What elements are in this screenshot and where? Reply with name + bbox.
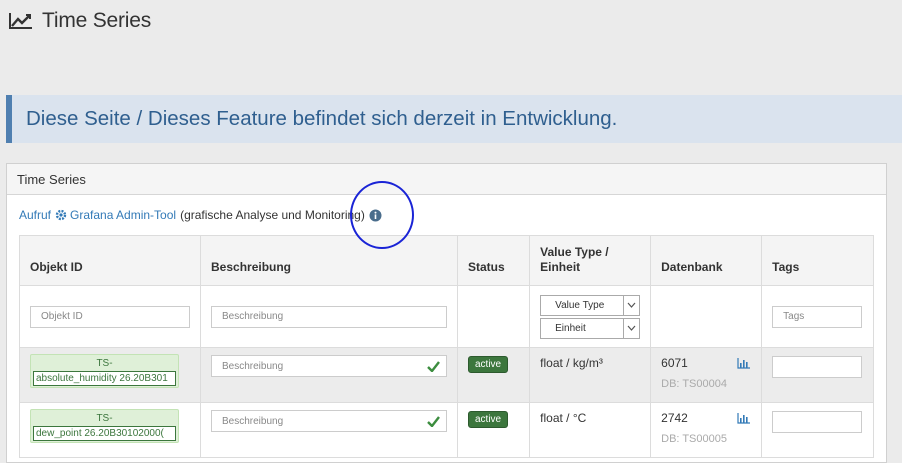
value-type-select-label: Value Type [555,299,605,311]
table-row: TS- absolute_humidity 26.20B301 Beschrei… [19,347,874,403]
value-type-text: float / kg/m³ [540,356,603,370]
chevron-down-icon [623,295,639,315]
db-name: DB: TS00005 [661,433,727,445]
status-badge: active [468,356,509,373]
value-type-select[interactable]: Value Type [540,294,641,316]
time-series-panel: Time Series Aufruf Grafana Admin-Tool (g… [6,163,887,463]
db-count: 6071 [661,356,688,370]
development-notice-text: Diese Seite / Dieses Feature befindet si… [26,107,618,130]
chevron-down-icon [623,318,639,338]
object-id-prefix: TS- [96,358,113,369]
checkmark-icon [427,360,440,372]
table-header-row: Objekt ID Beschreibung Status Value Type… [19,235,874,286]
tags-input[interactable] [772,411,863,433]
line-chart-icon [9,13,32,29]
status-filter-cell [456,285,531,348]
column-header-database[interactable]: Datenbank [650,235,763,286]
development-notice-banner: Diese Seite / Dieses Feature befindet si… [6,95,902,143]
page-header: Time Series [8,6,151,36]
bar-chart-icon[interactable] [737,412,751,424]
grafana-admin-tool-link[interactable]: Grafana Admin-Tool [70,208,176,222]
panel-heading: Time Series [7,164,886,195]
bar-chart-icon[interactable] [737,357,751,369]
description-placeholder: Beschreibung [222,415,284,427]
column-header-value-type[interactable]: Value Type / Einheit [529,235,652,286]
object-id-badge: TS- absolute_humidity 26.20B301 [30,354,179,388]
grafana-link-description: (grafische Analyse und Monitoring) [180,208,365,222]
tags-filter-input[interactable]: Tags [772,305,863,328]
column-header-value-type-line1: Value Type / [540,245,609,259]
grafana-link-line: Aufruf Grafana Admin-Tool (grafische Ana… [19,208,382,222]
unit-select-label: Einheit [555,322,586,334]
column-header-status[interactable]: Status [456,235,531,286]
aufruf-link[interactable]: Aufruf [19,208,51,222]
object-id-filter-input[interactable]: Objekt ID [30,305,190,328]
status-badge: active [468,411,509,428]
column-header-object-id[interactable]: Objekt ID [19,235,201,286]
time-series-table: Objekt ID Beschreibung Status Value Type… [19,235,874,458]
database-filter-cell [650,285,763,348]
checkmark-icon [427,415,440,427]
db-count: 2742 [661,411,688,425]
unit-select[interactable]: Einheit [540,317,641,339]
panel-title: Time Series [17,171,86,187]
tags-input[interactable] [772,356,863,378]
description-input[interactable]: Beschreibung [211,410,447,432]
description-filter-input[interactable]: Beschreibung [211,305,447,328]
table-filter-row: Objekt ID Beschreibung Value Type Einhei… [19,285,874,348]
description-placeholder: Beschreibung [222,360,284,372]
table-row: TS- dew_point 26.20B30102000( Beschreibu… [19,402,874,458]
column-header-tags[interactable]: Tags [761,235,874,286]
db-name: DB: TS00004 [661,378,727,390]
gear-icon [55,209,67,221]
object-id-input[interactable]: absolute_humidity 26.20B301 [33,371,176,386]
value-type-text: float / °C [540,411,587,425]
info-icon[interactable] [369,209,382,222]
column-header-description[interactable]: Beschreibung [200,235,458,286]
object-id-prefix: TS- [96,413,113,424]
object-id-badge: TS- dew_point 26.20B30102000( [30,409,179,443]
column-header-value-type-line2: Einheit [540,260,581,274]
description-input[interactable]: Beschreibung [211,355,447,377]
page-title: Time Series [42,9,152,32]
object-id-input[interactable]: dew_point 26.20B30102000( [33,426,176,441]
